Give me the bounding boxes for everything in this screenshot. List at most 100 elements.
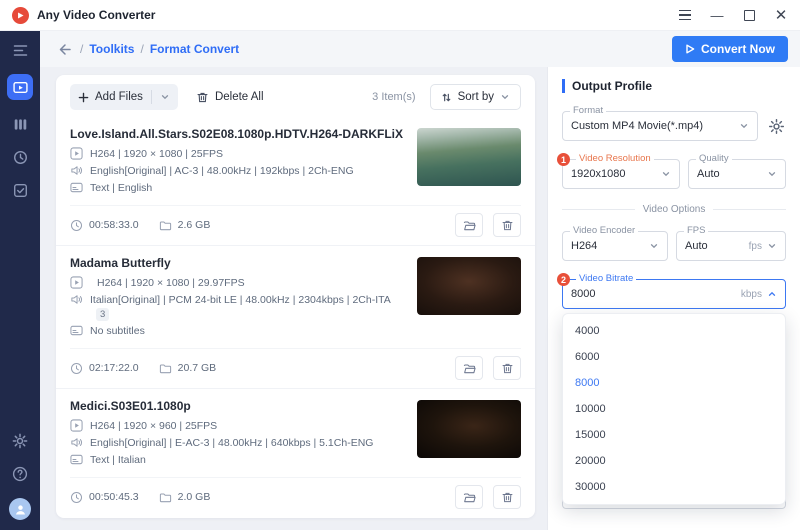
subtitle-info-row: Text | English — [70, 181, 405, 195]
file-meta-row: 00:58:33.0 2.6 GB — [70, 205, 521, 237]
open-folder-icon — [463, 363, 476, 373]
fps-select[interactable]: FPS Auto fps — [676, 225, 786, 261]
help-icon[interactable] — [11, 465, 29, 483]
format-value: Custom MP4 Movie(*.mp4) — [571, 120, 704, 132]
video-resolution-select[interactable]: 1 Video Resolution 1920x1080 — [557, 153, 680, 189]
file-title: Medici.S03E01.1080p — [70, 399, 191, 413]
title-bar: Any Video Converter — ✕ — [0, 0, 800, 31]
video-info-row: H264 | 1920 × 1080 | 29.97FPS — [70, 276, 405, 290]
duration: 02:17:22.0 — [70, 362, 139, 375]
delete-item-button[interactable] — [493, 485, 521, 509]
sidebar-item-columns[interactable] — [11, 115, 29, 133]
subtitle-icon — [70, 182, 83, 193]
sort-by-button[interactable]: Sort by — [429, 84, 521, 110]
collapse-menu-icon[interactable] — [11, 41, 29, 59]
audio-track-count-badge[interactable]: 3 — [96, 308, 110, 321]
close-button[interactable]: ✕ — [774, 7, 788, 24]
folder-icon — [159, 492, 171, 502]
play-icon — [686, 44, 695, 54]
add-files-button[interactable]: Add Files — [70, 84, 178, 110]
open-folder-button[interactable] — [455, 213, 483, 237]
file-list-card: Add Files Delete All 3 Item(s) Sort by L… — [56, 75, 535, 518]
file-item[interactable]: Madama Butterfly H264 | 1920 × 1080 | 29… — [56, 245, 535, 388]
open-folder-button[interactable] — [455, 356, 483, 380]
bitrate-option[interactable]: 15000 — [563, 422, 785, 448]
bitrate-option[interactable]: 20000 — [563, 448, 785, 474]
chevron-down-icon — [662, 172, 670, 177]
maximize-button[interactable] — [742, 8, 756, 22]
back-arrow-icon[interactable] — [56, 40, 74, 58]
video-info-row: H264 | 1920 × 960 | 25FPS — [70, 419, 405, 433]
file-title: Madama Butterfly — [70, 256, 171, 270]
video-icon — [70, 419, 83, 432]
video-thumbnail — [417, 257, 521, 315]
audio-icon — [71, 295, 83, 304]
output-profile-title: Output Profile — [562, 79, 786, 93]
chevron-down-icon[interactable] — [160, 92, 170, 102]
annotation-step-2: 2 — [557, 273, 570, 286]
trash-icon — [502, 492, 512, 502]
fps-value: Auto — [685, 240, 708, 252]
list-toolbar: Add Files Delete All 3 Item(s) Sort by — [56, 75, 535, 117]
file-size: 2.6 GB — [159, 219, 210, 232]
quality-value: Auto — [697, 168, 720, 180]
file-item[interactable]: Medici.S03E01.1080p H264 | 1920 × 960 | … — [56, 388, 535, 517]
app-logo-icon — [12, 6, 29, 24]
format-label: Format — [570, 105, 607, 117]
video-icon — [70, 276, 83, 289]
delete-all-button[interactable]: Delete All — [192, 85, 268, 110]
file-item[interactable]: Love.Island.All.Stars.S02E08.1080p.HDTV.… — [56, 117, 535, 245]
format-select[interactable]: Format Custom MP4 Movie(*.mp4) — [562, 105, 758, 141]
trash-icon — [197, 92, 208, 102]
bitrate-option[interactable]: 10000 — [563, 396, 785, 422]
quality-select[interactable]: Quality Auto — [688, 153, 786, 189]
bitrate-option[interactable]: 6000 — [563, 344, 785, 370]
video-encoder-select[interactable]: Video Encoder H264 — [562, 225, 668, 261]
app-title: Any Video Converter — [37, 8, 156, 22]
annotation-step-1: 1 — [557, 153, 570, 166]
video-resolution-value: 1920x1080 — [571, 168, 626, 180]
trash-icon — [502, 363, 512, 373]
profile-settings-icon[interactable] — [766, 116, 786, 136]
file-meta-row: 00:50:45.3 2.0 GB — [70, 477, 521, 509]
file-size: 2.0 GB — [159, 491, 210, 504]
audio-icon — [71, 438, 83, 447]
window-controls: — ✕ — [678, 7, 788, 24]
open-folder-button[interactable] — [455, 485, 483, 509]
video-thumbnail — [417, 400, 521, 458]
breadcrumb-format-convert[interactable]: Format Convert — [150, 42, 239, 56]
items-count: 3 Item(s) — [372, 91, 416, 103]
delete-item-button[interactable] — [493, 213, 521, 237]
sidebar-item-tasks[interactable] — [11, 181, 29, 199]
sidebar-item-history[interactable] — [11, 148, 29, 166]
chevron-up-icon — [768, 291, 776, 296]
bitrate-option-selected[interactable]: 8000 — [563, 370, 785, 396]
audio-icon — [71, 166, 83, 175]
duration: 00:50:45.3 — [70, 491, 139, 504]
minimize-button[interactable]: — — [710, 8, 724, 23]
breadcrumb-bar: / Toolkits / Format Convert Convert Now — [40, 31, 800, 67]
sidebar-item-video-converter[interactable] — [7, 74, 33, 100]
trash-icon — [502, 220, 512, 230]
duration: 00:58:33.0 — [70, 219, 139, 232]
video-bitrate-input[interactable]: 2 Video Bitrate 8000 kbps — [557, 273, 786, 309]
app-menu-icon[interactable] — [678, 8, 692, 22]
file-meta-row: 02:17:22.0 20.7 GB — [70, 348, 521, 380]
video-encoder-value: H264 — [571, 240, 598, 252]
bitrate-option[interactable]: 4000 — [563, 318, 785, 344]
audio-info-row: English[Original] | E-AC-3 | 48.00kHz | … — [70, 436, 405, 450]
breadcrumb-separator: / — [80, 42, 84, 56]
breadcrumb-separator: / — [140, 42, 144, 56]
video-resolution-label: Video Resolution — [576, 153, 654, 165]
breadcrumb-toolkits[interactable]: Toolkits — [89, 42, 134, 56]
video-bitrate-unit: kbps — [740, 288, 762, 300]
clock-icon — [70, 219, 83, 231]
settings-gear-icon[interactable] — [11, 432, 29, 450]
delete-item-button[interactable] — [493, 356, 521, 380]
convert-now-button[interactable]: Convert Now — [671, 36, 788, 62]
chevron-down-icon — [768, 244, 776, 249]
sort-icon — [442, 93, 450, 101]
bitrate-option[interactable]: 30000 — [563, 474, 785, 500]
video-icon — [70, 147, 83, 160]
user-avatar[interactable] — [9, 498, 31, 520]
